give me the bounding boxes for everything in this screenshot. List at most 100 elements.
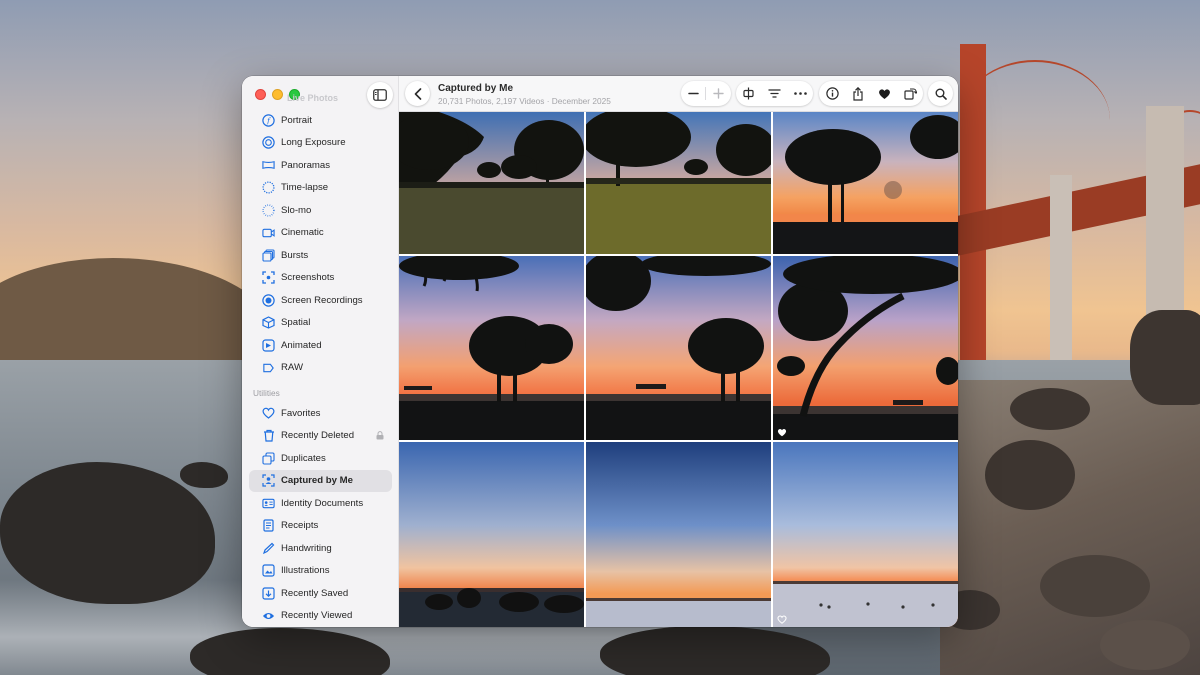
bursts-icon bbox=[262, 249, 275, 262]
album-subtitle: 20,731 Photos, 2,197 Videos · December 2… bbox=[438, 96, 611, 106]
sidebar-item-screenshots[interactable]: Screenshots bbox=[249, 267, 392, 290]
zoom-in-button[interactable] bbox=[706, 81, 730, 106]
share-button[interactable] bbox=[845, 81, 871, 106]
sidebar-item-animated[interactable]: Animated bbox=[249, 334, 392, 357]
minimize-button[interactable] bbox=[272, 89, 283, 100]
photo-thumbnail[interactable] bbox=[773, 256, 958, 440]
sidebar-item-illustrations[interactable]: Illustrations bbox=[249, 560, 392, 583]
search-button-inner[interactable] bbox=[928, 81, 953, 106]
photo-image bbox=[586, 256, 771, 440]
rotate-icon bbox=[903, 88, 917, 100]
eye-icon bbox=[262, 609, 275, 622]
sidebar-item-label: Receipts bbox=[281, 520, 319, 532]
trash-icon bbox=[262, 429, 275, 442]
sidebar-item-label: Cinematic bbox=[281, 227, 324, 239]
wallpaper-hill bbox=[0, 258, 280, 368]
sidebar-item-long-exposure[interactable]: Long Exposure bbox=[249, 132, 392, 155]
back-button[interactable] bbox=[405, 81, 430, 106]
slideshow-icon bbox=[743, 87, 754, 100]
screenshot-icon bbox=[262, 271, 275, 284]
screen-recording-icon bbox=[262, 294, 275, 307]
captured-by-me-icon bbox=[262, 474, 275, 487]
zoom-out-button[interactable] bbox=[681, 81, 705, 106]
wallpaper-bridge-pier bbox=[1050, 175, 1072, 360]
sidebar-item-duplicates[interactable]: Duplicates bbox=[249, 447, 392, 470]
sidebar-toggle-icon bbox=[373, 89, 387, 101]
sidebar-item-handwriting[interactable]: Handwriting bbox=[249, 537, 392, 560]
sidebar-list: f Portrait Long Exposure Panoramas Time-… bbox=[249, 109, 392, 627]
sidebar-item-label: Spatial bbox=[281, 317, 311, 329]
sidebar-item-timelapse[interactable]: Time-lapse bbox=[249, 177, 392, 200]
photo-thumbnail[interactable] bbox=[773, 112, 958, 254]
sidebar-item-identity-documents[interactable]: Identity Documents bbox=[249, 492, 392, 515]
view-actions-group bbox=[736, 81, 813, 106]
photo-thumbnail[interactable] bbox=[586, 112, 771, 254]
sidebar-item-label: Illustrations bbox=[281, 565, 330, 577]
more-button[interactable] bbox=[787, 81, 813, 106]
sidebar-item-recently-saved[interactable]: Recently Saved bbox=[249, 582, 392, 605]
sidebar-faded-heading: Live Photos bbox=[287, 93, 339, 103]
minus-icon bbox=[687, 92, 699, 95]
sidebar-item-spatial[interactable]: Spatial bbox=[249, 312, 392, 335]
illustrations-icon bbox=[262, 564, 275, 577]
sidebar-item-label: Animated bbox=[281, 339, 322, 351]
info-button[interactable] bbox=[819, 81, 845, 106]
filter-icon bbox=[767, 89, 781, 98]
slideshow-button[interactable] bbox=[736, 81, 761, 106]
sidebar-item-label: Slo-mo bbox=[281, 204, 312, 216]
photo-image bbox=[399, 112, 584, 254]
chevron-left-icon bbox=[414, 87, 421, 100]
photo-thumbnail[interactable] bbox=[399, 112, 584, 254]
photo-thumbnail[interactable] bbox=[586, 256, 771, 440]
wallpaper-rock bbox=[1010, 388, 1090, 430]
sidebar-item-label: Panoramas bbox=[281, 159, 331, 171]
sidebar-item-cinematic[interactable]: Cinematic bbox=[249, 222, 392, 245]
favorite-heart-icon bbox=[777, 428, 787, 437]
photo-thumbnail[interactable] bbox=[773, 442, 958, 627]
search-button[interactable] bbox=[928, 81, 953, 106]
recently-saved-icon bbox=[262, 587, 275, 600]
sidebar-item-label: Time-lapse bbox=[281, 182, 329, 194]
duplicates-icon bbox=[262, 452, 275, 465]
close-button[interactable] bbox=[255, 89, 266, 100]
cinematic-icon bbox=[262, 226, 275, 239]
sidebar-item-label: Recently Saved bbox=[281, 587, 349, 599]
sidebar-item-slomo[interactable]: Slo-mo bbox=[249, 199, 392, 222]
sidebar-item-recently-viewed[interactable]: Recently Viewed bbox=[249, 605, 392, 628]
sidebar-item-label: Handwriting bbox=[281, 542, 332, 554]
sidebar-item-receipts[interactable]: Receipts bbox=[249, 515, 392, 538]
long-exposure-icon bbox=[262, 136, 275, 149]
photo-thumbnail[interactable] bbox=[586, 442, 771, 627]
sidebar-item-label: RAW bbox=[281, 362, 304, 374]
filter-button[interactable] bbox=[761, 81, 787, 106]
photo-image bbox=[399, 256, 584, 440]
sidebar-item-captured-by-me[interactable]: Captured by Me bbox=[249, 469, 392, 492]
favorite-button[interactable] bbox=[871, 81, 897, 106]
favorite-icon bbox=[878, 88, 890, 99]
sidebar-item-favorites[interactable]: Favorites bbox=[249, 402, 392, 425]
search-icon bbox=[935, 88, 947, 100]
sidebar-item-label: Favorites bbox=[281, 407, 321, 419]
panorama-icon bbox=[262, 159, 275, 172]
sidebar-item-label: Captured by Me bbox=[281, 475, 353, 487]
sidebar-item-bursts[interactable]: Bursts bbox=[249, 244, 392, 267]
sidebar-item-recently-deleted[interactable]: Recently Deleted bbox=[249, 425, 392, 448]
wallpaper-rock bbox=[1100, 620, 1190, 670]
plus-icon bbox=[712, 88, 724, 99]
rotate-button[interactable] bbox=[897, 81, 923, 106]
sidebar-item-portrait[interactable]: f Portrait bbox=[249, 109, 392, 132]
photo-thumbnail[interactable] bbox=[399, 442, 584, 627]
wallpaper-rock bbox=[1040, 555, 1150, 617]
id-card-icon bbox=[262, 497, 275, 510]
photo-thumbnail[interactable] bbox=[399, 256, 584, 440]
pen-icon bbox=[262, 542, 275, 555]
sidebar-item-label: Bursts bbox=[281, 249, 309, 261]
sidebar-item-screen-recordings[interactable]: Screen Recordings bbox=[249, 289, 392, 312]
sidebar-item-raw[interactable]: RAW bbox=[249, 357, 392, 380]
sidebar-toggle-button[interactable] bbox=[367, 82, 393, 108]
sidebar-item-panoramas[interactable]: Panoramas bbox=[249, 154, 392, 177]
photo-image bbox=[773, 442, 958, 627]
sidebar-item-label: Recently Viewed bbox=[281, 610, 353, 622]
wallpaper-bridge-tower bbox=[960, 44, 986, 360]
item-actions-group bbox=[819, 81, 923, 106]
